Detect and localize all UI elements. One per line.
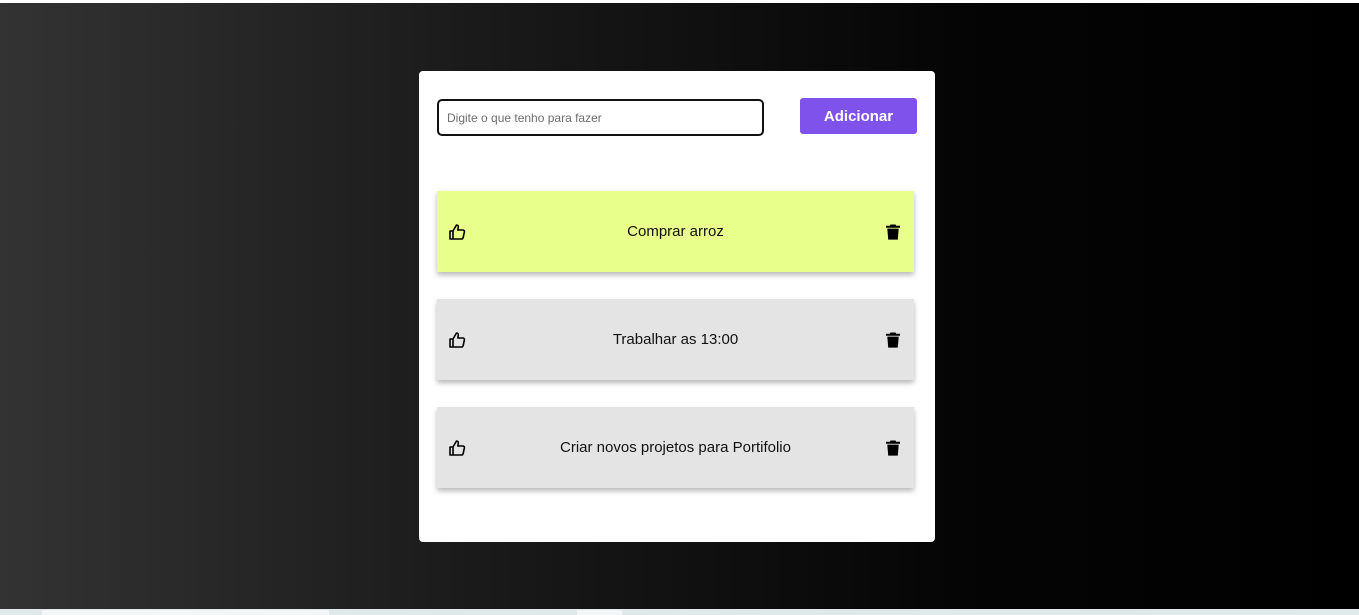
trash-icon[interactable] bbox=[884, 439, 902, 457]
task-list: Comprar arroz Trabalhar as 13:00 Criar n… bbox=[437, 191, 914, 515]
thumbs-up-icon[interactable] bbox=[448, 439, 466, 457]
task-text: Comprar arroz bbox=[627, 223, 724, 240]
trash-icon[interactable] bbox=[884, 331, 902, 349]
task-item: Comprar arroz bbox=[437, 191, 914, 272]
task-text: Criar novos projetos para Portifolio bbox=[560, 439, 791, 456]
task-item: Trabalhar as 13:00 bbox=[437, 299, 914, 380]
task-input[interactable] bbox=[437, 99, 764, 136]
strip-segment bbox=[577, 610, 622, 615]
strip-segment bbox=[42, 610, 329, 615]
task-item: Criar novos projetos para Portifolio bbox=[437, 407, 914, 488]
add-task-button[interactable]: Adicionar bbox=[800, 98, 917, 134]
bottom-strip bbox=[0, 609, 1359, 615]
todo-card: Adicionar Comprar arroz Trabalhar as 13:… bbox=[419, 71, 935, 542]
thumbs-up-icon[interactable] bbox=[448, 223, 466, 241]
trash-icon[interactable] bbox=[884, 223, 902, 241]
thumbs-up-icon[interactable] bbox=[448, 331, 466, 349]
task-text: Trabalhar as 13:00 bbox=[612, 331, 739, 348]
